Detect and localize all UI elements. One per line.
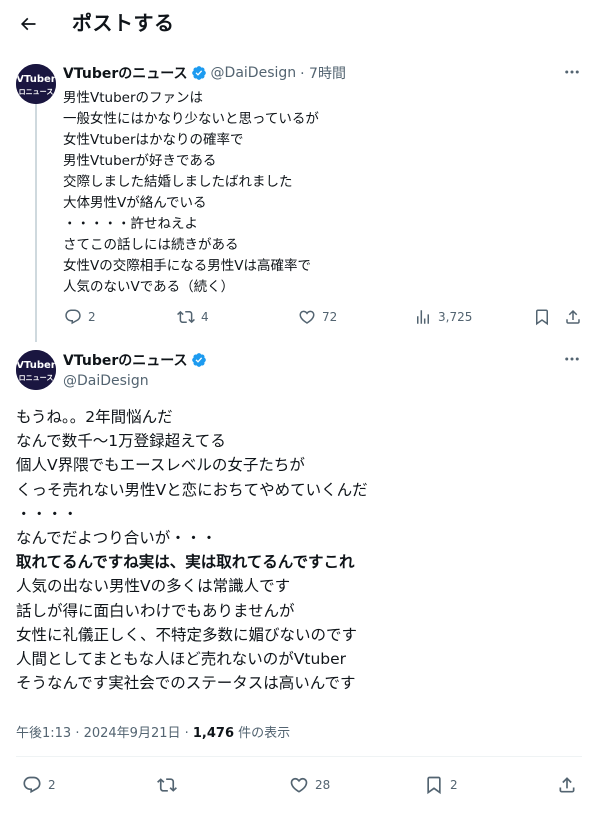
reply-display-name[interactable]: VTuberのニュース xyxy=(63,63,188,83)
post-line: なんでだよつり合いが・・・ xyxy=(16,528,217,547)
post-line: 人気の出ない男性Vの多くは常識人です xyxy=(16,577,291,596)
reply-repost-button[interactable]: 4 xyxy=(177,308,209,326)
post-timestamp[interactable]: 午後1:13 · 2024年9月21日 · xyxy=(16,726,193,741)
post-line: もうね。。2年間悩んだ xyxy=(16,408,173,426)
post-line: 人間としてまともな人ほど売れないのがVtuber xyxy=(16,649,347,668)
post-line: 取れてるんですね実は、実は取れてるんですこれ xyxy=(16,553,355,572)
top-bar: ポストする xyxy=(0,0,598,48)
reply-line: 男性Vtuberが好きである xyxy=(63,153,217,169)
svg-text:VTuber: VTuber xyxy=(16,74,56,85)
post-line: 女性に礼儀正しく、不特定多数に媚びないのです xyxy=(16,625,358,644)
reply-body: 男性Vtuberのファンは 一般女性にはかなり少ないと思っているが 女性Vtub… xyxy=(63,88,319,298)
thread-connector xyxy=(35,104,37,342)
share-icon xyxy=(566,309,580,324)
post-meta: 午後1:13 · 2024年9月21日 · 1,476 件の表示 xyxy=(16,722,290,741)
bookmark-icon xyxy=(427,776,441,795)
more-icon xyxy=(565,357,579,361)
reply-timestamp[interactable]: · 7時間 xyxy=(300,63,346,83)
post-line: 話しが得に面白いわけでもありませんが xyxy=(16,601,295,620)
reply-line: ・・・・・許せねえよ xyxy=(63,216,198,232)
reply-icon xyxy=(23,776,41,794)
post-bookmark-button[interactable]: 2 xyxy=(424,775,458,795)
post-bookmark-count: 2 xyxy=(450,778,458,792)
reply-line: 人気のないVである（続く） xyxy=(63,279,235,295)
post-reply-count: 2 xyxy=(48,778,56,792)
post-body: もうね。。2年間悩んだなんで数千〜1万登録超えてる個人V界隈でもエースレベルの女… xyxy=(16,405,368,695)
reply-line: 交際しました結婚しましたばれました xyxy=(63,174,293,190)
reply-reply-count: 2 xyxy=(88,310,96,324)
post-like-button[interactable]: 28 xyxy=(289,775,330,795)
channel-logo: VTuber ロニュース xyxy=(16,64,56,104)
repost-icon xyxy=(157,778,177,792)
verified-badge-icon xyxy=(191,352,207,368)
back-arrow-icon xyxy=(20,17,36,31)
reply-line: 男性Vtuberのファンは xyxy=(63,90,204,106)
post-handle[interactable]: @DaiDesign xyxy=(63,373,149,389)
post-line: くっそ売れない男性Vと恋におちてやめていくんだ xyxy=(16,480,368,499)
verified-badge-icon xyxy=(191,65,207,81)
reply-more-button[interactable] xyxy=(558,62,586,82)
reply-icon xyxy=(65,309,81,325)
avatar[interactable]: VTuber ロニュース xyxy=(16,350,56,390)
post-view-count: 1,476 xyxy=(192,726,235,741)
post-share-button[interactable] xyxy=(557,775,577,795)
channel-logo: VTuber ロニュース xyxy=(16,350,56,390)
reply-like-count: 72 xyxy=(322,310,338,324)
share-icon xyxy=(559,777,575,793)
divider xyxy=(16,756,582,757)
reply-line: 女性Vtuberはかなりの確率で xyxy=(63,132,244,148)
repost-icon xyxy=(177,310,195,324)
more-icon xyxy=(565,70,579,74)
post-reply-button[interactable]: 2 xyxy=(22,775,56,795)
post-line: 個人V界隈でもエースレベルの女子たちが xyxy=(16,456,305,475)
page-title: ポストする xyxy=(72,11,175,35)
post-line: なんで数千〜1万登録超えてる xyxy=(16,432,226,451)
post-author-row: VTuberのニュース xyxy=(63,350,207,370)
reply-line: 女性Vの交際相手になる男性Vは高確率で xyxy=(63,258,311,274)
reply-line: 一般女性にはかなり少ないと思っているが xyxy=(63,111,319,127)
post-display-name[interactable]: VTuberのニュース xyxy=(63,350,188,370)
reply-handle[interactable]: @DaiDesign xyxy=(211,65,297,81)
post-line: ・・・・ xyxy=(16,504,79,523)
reply-reply-button[interactable]: 2 xyxy=(64,308,96,326)
bookmark-icon xyxy=(536,309,548,326)
post-like-count: 28 xyxy=(315,778,331,792)
reply-line: さてこの話しには続きがある xyxy=(63,237,239,253)
avatar[interactable]: VTuber ロニュース xyxy=(16,64,56,104)
reply-share-button[interactable] xyxy=(564,308,582,326)
reply-view-count: 3,725 xyxy=(438,310,473,324)
post-line: そうなんです実社会でのステータスは高いんです xyxy=(16,674,356,693)
reply-bookmark-button[interactable] xyxy=(533,308,551,326)
svg-text:ロニュース: ロニュース xyxy=(19,88,54,96)
reply-author-row: VTuberのニュース @DaiDesign · 7時間 xyxy=(63,63,346,83)
back-button[interactable] xyxy=(10,6,46,42)
reply-like-button[interactable]: 72 xyxy=(298,308,337,326)
post-more-button[interactable] xyxy=(558,349,586,369)
like-icon xyxy=(290,777,308,793)
svg-text:VTuber: VTuber xyxy=(16,360,56,371)
svg-text:ロニュース: ロニュース xyxy=(19,374,54,382)
post-handle-row: @DaiDesign xyxy=(63,371,149,391)
reply-line: 大体男性Vが絡んでいる xyxy=(63,195,207,211)
reply-views-button[interactable]: 3,725 xyxy=(414,308,472,326)
reply-repost-count: 4 xyxy=(201,310,209,324)
post-repost-button[interactable] xyxy=(157,775,177,795)
like-icon xyxy=(299,310,315,324)
views-icon xyxy=(417,310,429,324)
post-views-label: 件の表示 xyxy=(234,726,291,741)
